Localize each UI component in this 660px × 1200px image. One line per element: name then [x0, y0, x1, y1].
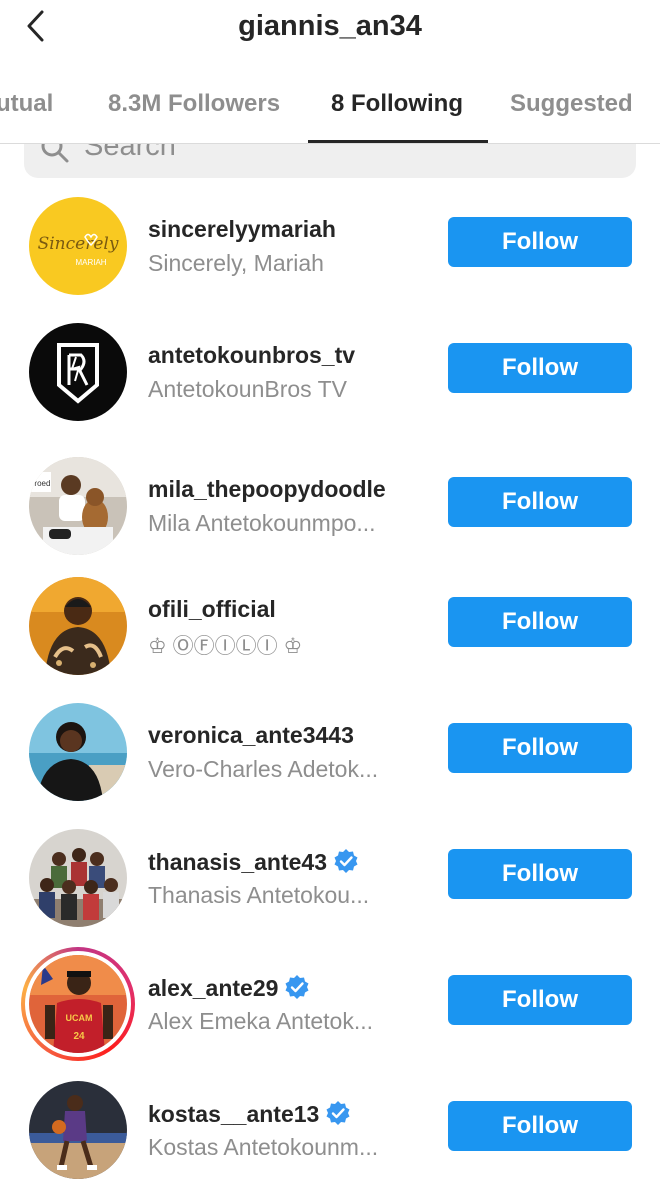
svg-text:Froed: Froed — [30, 479, 51, 488]
full-name: Sincerely, Mariah — [148, 250, 324, 276]
active-tab-indicator — [308, 140, 488, 143]
svg-text:Sincerely: Sincerely — [38, 234, 119, 254]
username[interactable]: veronica_ante3443 — [148, 722, 354, 749]
verified-badge-icon — [326, 1101, 350, 1125]
full-name: Alex Emeka Antetok... — [148, 1008, 374, 1034]
follow-button[interactable]: Follow — [448, 1101, 632, 1151]
avatar[interactable] — [29, 703, 127, 801]
full-name: Kostas Antetokounm... — [148, 1134, 379, 1160]
username[interactable]: mila_thepoopydoodle — [148, 476, 386, 503]
follow-button[interactable]: Follow — [448, 217, 632, 267]
svg-text:24: 24 — [73, 1031, 85, 1042]
list-item[interactable]: veronica_ante3443 Vero-Charles Adetok...… — [0, 688, 660, 814]
username[interactable]: kostas__ante13 — [148, 1100, 351, 1128]
list-item[interactable]: kostas__ante13 Kostas Antetokounm... Fol… — [0, 1066, 660, 1192]
avatar[interactable] — [29, 323, 127, 421]
avatar[interactable] — [29, 829, 127, 927]
follow-button[interactable]: Follow — [448, 723, 632, 773]
follow-button[interactable]: Follow — [448, 975, 632, 1025]
page-title: giannis_an34 — [238, 10, 422, 42]
tab-mutual[interactable]: Mutual — [0, 90, 53, 118]
full-name: AntetokounBros TV — [148, 376, 348, 402]
tab-bar: Mutual 8.3M Followers 8 Following Sugges… — [0, 72, 660, 144]
username[interactable]: antetokounbros_tv — [148, 342, 355, 369]
list-item[interactable]: thanasis_ante43 Thanasis Antetokou... Fo… — [0, 814, 660, 940]
follow-button[interactable]: Follow — [448, 849, 632, 899]
avatar[interactable]: Froed — [29, 457, 127, 555]
follow-button[interactable]: Follow — [448, 343, 632, 393]
full-name: Thanasis Antetokou... — [148, 882, 370, 908]
avatar[interactable]: Sincerely MARIAH — [29, 197, 127, 295]
avatar[interactable] — [29, 577, 127, 675]
avatar[interactable] — [29, 1081, 127, 1179]
list-item[interactable]: UCAM 24 alex_ante29 Alex Emeka Antetok..… — [0, 940, 660, 1066]
full-name: Mila Antetokounmpo... — [148, 510, 376, 536]
header: giannis_an34 — [0, 0, 660, 60]
list-item[interactable]: Sincerely MARIAH sincerelyymariah Sincer… — [0, 182, 660, 308]
list-item[interactable]: antetokounbros_tv AntetokounBros TV Foll… — [0, 308, 660, 434]
username[interactable]: sincerelyymariah — [148, 216, 336, 243]
verified-badge-icon — [334, 849, 358, 873]
verified-badge-icon — [285, 975, 309, 999]
avatar[interactable]: UCAM 24 — [29, 955, 127, 1053]
follow-button[interactable]: Follow — [448, 477, 632, 527]
tab-following[interactable]: 8 Following — [331, 90, 463, 118]
tab-followers[interactable]: 8.3M Followers — [108, 90, 280, 118]
svg-text:MARIAH: MARIAH — [75, 258, 106, 267]
username[interactable]: ofili_official — [148, 596, 276, 623]
username[interactable]: alex_ante29 — [148, 974, 310, 1002]
full-name: Vero-Charles Adetok... — [148, 756, 379, 782]
follow-button[interactable]: Follow — [448, 597, 632, 647]
svg-text:UCAM: UCAM — [66, 1013, 93, 1023]
full-name: ♔ ⓄⒻⒾⓁⒾ ♔ — [148, 635, 303, 658]
list-item[interactable]: ofili_official ♔ ⓄⒻⒾⓁⒾ ♔ Follow — [0, 562, 660, 688]
list-item[interactable]: Froed mila_thepoopydoodle Mila Antetokou… — [0, 442, 660, 568]
username[interactable]: thanasis_ante43 — [148, 848, 359, 876]
tab-suggested[interactable]: Suggested — [510, 90, 633, 118]
